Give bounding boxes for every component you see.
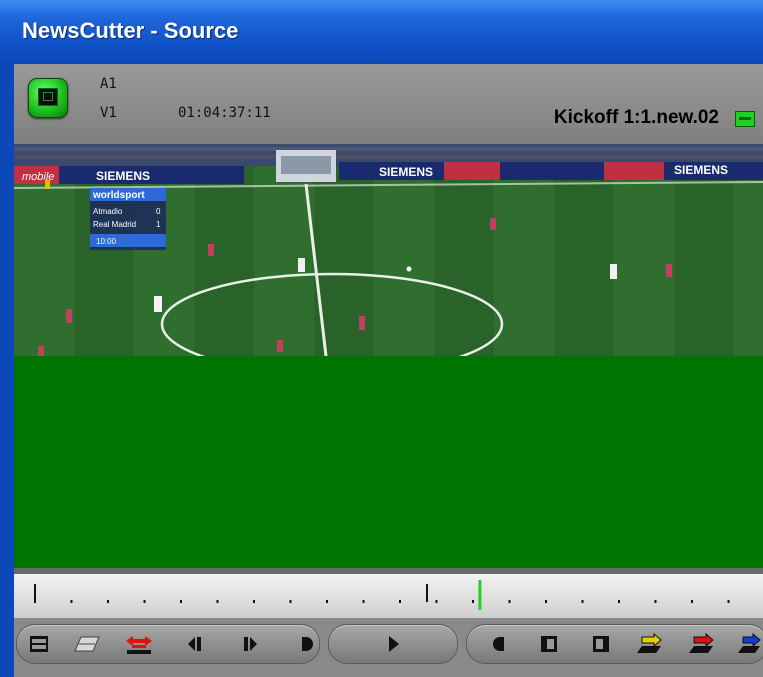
go-to-in-button[interactable] <box>534 633 564 655</box>
mark-clip-icon <box>126 636 152 654</box>
play-out-button[interactable] <box>292 633 322 655</box>
overlay-score2: 1 <box>156 220 161 229</box>
timeline-tick <box>399 600 401 603</box>
score-overlay: worldsport Atmadio 0 Real Madrid 1 10:00 <box>90 188 166 250</box>
clip-indicator-icon[interactable] <box>735 111 755 127</box>
splice-in-icon <box>637 633 662 653</box>
timeline-tick <box>143 600 146 603</box>
timecode-display: 01:04:37:11 <box>178 105 271 121</box>
step-forward-icon <box>244 637 257 651</box>
overwrite-icon <box>689 633 714 653</box>
video-frame[interactable]: SIEMENS mobile SIEMENS SIEMENS worldspor… <box>14 144 763 356</box>
timeline-tick <box>618 600 620 603</box>
timeline-tick <box>289 600 292 603</box>
overlay-brand: worldsport <box>92 190 145 201</box>
timeline-tick <box>70 600 73 603</box>
toggle-monitor-icon <box>30 636 48 652</box>
toggle-monitor-button[interactable] <box>24 633 54 655</box>
control-bar <box>14 618 763 677</box>
overlay-clock: 10:00 <box>96 237 117 246</box>
overwrite-button[interactable] <box>686 633 716 655</box>
overlay-team2: Real Madrid <box>93 220 136 229</box>
monitor-toggle-button[interactable] <box>28 78 68 118</box>
playhead[interactable] <box>478 580 482 610</box>
clip-name[interactable]: Kickoff 1:1.new.02 <box>554 107 719 129</box>
mark-in-icon <box>493 637 504 651</box>
timeline-tick <box>435 600 438 603</box>
timeline-ticks <box>34 580 730 610</box>
match-frame-icon <box>74 636 100 652</box>
ad-board-1: SIEMENS <box>96 169 150 183</box>
position-bar[interactable] <box>14 568 763 618</box>
go-to-out-button[interactable] <box>586 633 616 655</box>
video-letterbox <box>14 356 763 568</box>
go-to-out-icon <box>593 636 609 652</box>
source-window: NewsCutter - Source A1 V1 01:04:37:11 Ki… <box>0 0 763 677</box>
ad-board-3: SIEMENS <box>379 165 433 179</box>
timeline-tick <box>472 600 474 603</box>
play-icon <box>389 636 399 652</box>
replace-button[interactable] <box>734 633 763 655</box>
control-group-left <box>16 624 320 664</box>
match-frame-button[interactable] <box>72 633 102 655</box>
timeline-tick <box>654 600 657 603</box>
timeline-tick <box>727 600 730 603</box>
ad-board-4: SIEMENS <box>674 163 728 177</box>
step-forward-button[interactable] <box>236 633 266 655</box>
football-pitch-image: SIEMENS mobile SIEMENS SIEMENS worldspor… <box>14 144 763 356</box>
video-track-label: V1 <box>100 105 117 121</box>
go-to-in-icon <box>541 636 557 652</box>
timeline-tick <box>107 600 109 603</box>
timeline-tick <box>326 600 328 603</box>
timeline-tick <box>180 600 182 603</box>
step-back-button[interactable] <box>180 633 210 655</box>
title-bar[interactable]: NewsCutter - Source <box>0 0 763 65</box>
timeline-major-tick <box>426 584 428 602</box>
window-frame: A1 V1 01:04:37:11 Kickoff 1:1.new.02 SIE… <box>0 64 763 677</box>
timeline-tick <box>508 600 511 603</box>
overlay-score1: 0 <box>156 207 161 216</box>
timeline-tick <box>691 600 693 603</box>
monitor-panel: A1 V1 01:04:37:11 Kickoff 1:1.new.02 SIE… <box>14 64 763 677</box>
timeline-tick <box>216 600 219 603</box>
monitor-info-bar: A1 V1 01:04:37:11 Kickoff 1:1.new.02 <box>14 64 763 145</box>
step-back-icon <box>188 637 201 651</box>
overlay-team1: Atmadio <box>93 207 123 216</box>
timeline-major-tick <box>34 584 36 602</box>
play-button[interactable] <box>378 633 408 655</box>
timeline-tick <box>545 600 547 603</box>
window-title: NewsCutter - Source <box>22 18 239 43</box>
mark-in-button[interactable] <box>484 633 514 655</box>
timeline-tick <box>253 600 255 603</box>
monitor-icon <box>38 88 58 106</box>
mark-clip-button[interactable] <box>124 633 154 655</box>
splice-in-button[interactable] <box>634 633 664 655</box>
replace-icon <box>738 633 761 653</box>
play-out-icon <box>302 637 313 651</box>
timeline-tick <box>581 600 584 603</box>
timeline-tick <box>362 600 365 603</box>
audio-track-label: A1 <box>100 76 117 92</box>
